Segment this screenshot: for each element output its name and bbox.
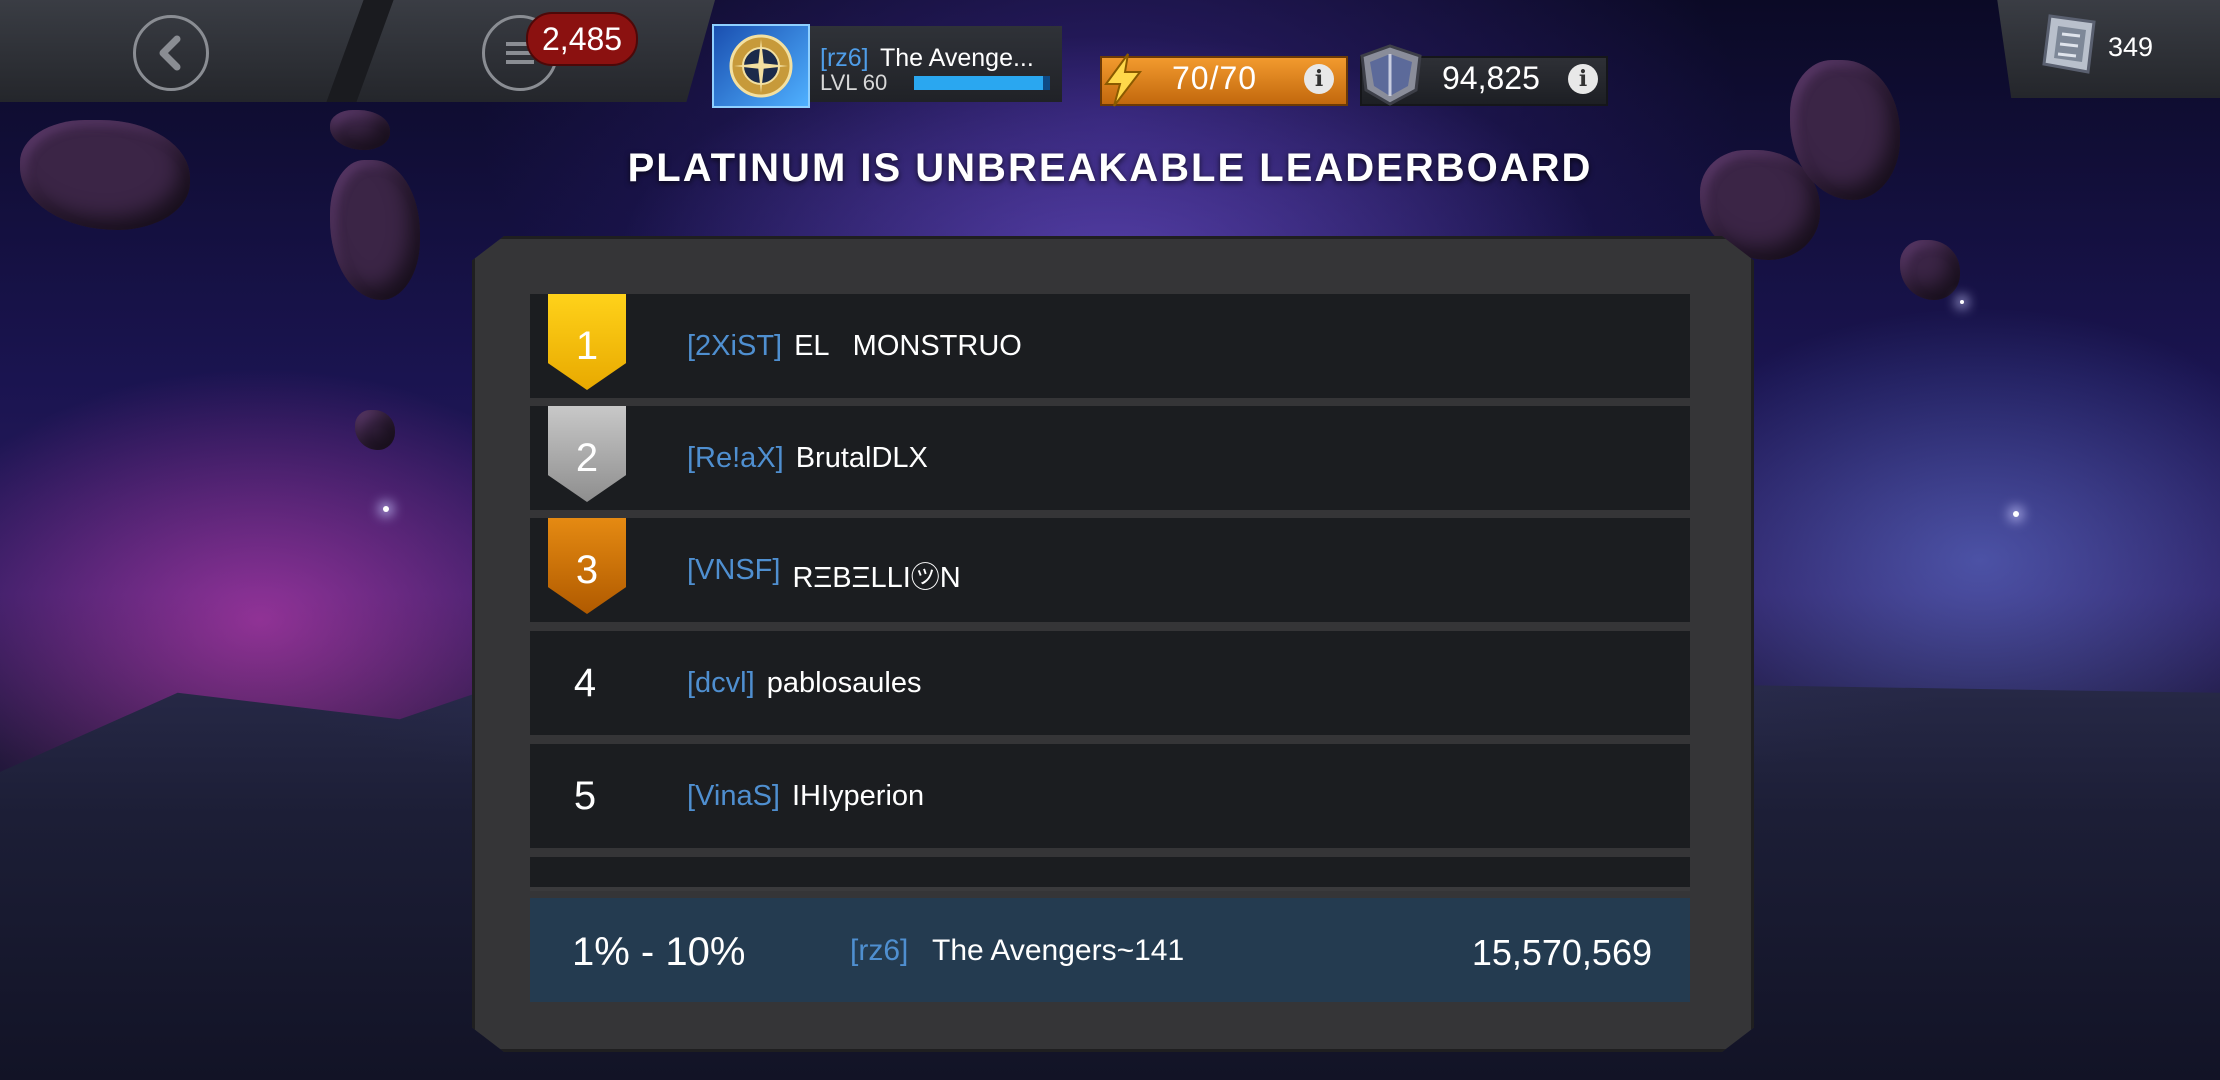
compass-emblem-icon <box>729 34 793 98</box>
my-percentile: 1% - 10% <box>572 930 746 974</box>
star <box>1960 300 1964 304</box>
my-alliance-tag: [rz6] <box>850 934 909 967</box>
alliance-tag: [Re!aX] <box>687 442 784 474</box>
star <box>2013 511 2019 517</box>
notification-badge: 2,485 <box>526 12 639 66</box>
asteroid <box>355 410 395 450</box>
player-name: IHIyperion <box>791 780 925 812</box>
gold-crystal-icon <box>1360 44 1422 106</box>
xp-bar <box>914 76 1050 90</box>
leaderboard-row[interactable]: 5 [VinaS] IHIyperion <box>530 744 1690 848</box>
energy-info-icon[interactable]: i <box>1304 64 1334 94</box>
profile-alliance-tag: [rz6] <box>820 44 869 72</box>
lightning-icon <box>1104 53 1143 107</box>
player-name: EL MONSTRUO <box>794 330 1022 362</box>
bronze-medal-ribbon: 3 <box>548 518 626 614</box>
gold-medal-ribbon: 1 <box>548 294 626 390</box>
back-button[interactable] <box>133 15 209 91</box>
avatar[interactable] <box>712 24 810 108</box>
my-score: 15,570,569 <box>1471 932 1652 973</box>
units-crystal-icon <box>2042 14 2096 74</box>
rank-number: 5 <box>573 773 597 818</box>
alliance-tag: [VNSF] <box>687 554 781 586</box>
page-title: PLATINUM IS UNBREAKABLE LEADERBOARD <box>627 146 1593 190</box>
row-player: [Re!aX] BrutalDLX <box>687 442 928 475</box>
my-alliance-row[interactable]: 1% - 10% [rz6] The Avengers~141 15,570,5… <box>530 898 1690 1002</box>
leaderboard-row[interactable]: 1 [2XiST] EL MONSTRUO <box>530 294 1690 398</box>
player-name: RΞBΞLLI㋡N <box>792 562 961 594</box>
row-player: [VNSF] RΞBΞLLI㋡N <box>687 554 961 596</box>
leaderboard-row[interactable]: 3 [VNSF] RΞBΞLLI㋡N <box>530 518 1690 622</box>
my-alliance-name: The Avengers~141 <box>932 934 1185 967</box>
gold-value: 94,825 <box>1442 60 1540 96</box>
alliance-tag: [dcvl] <box>687 667 755 699</box>
energy-value: 70/70 <box>1172 60 1258 96</box>
gold-info-icon[interactable]: i <box>1568 64 1598 94</box>
row-player: [VinaS] IHIyperion <box>687 780 924 813</box>
leaderboard-row[interactable]: 2 [Re!aX] BrutalDLX <box>530 406 1690 510</box>
rank-number: 4 <box>573 660 597 705</box>
player-name: BrutalDLX <box>795 442 928 474</box>
profile-name: The Avenge... <box>880 44 1034 72</box>
leaderboard-row[interactable]: 4 [dcvl] pablosaules <box>530 631 1690 735</box>
leaderboard-row-partial[interactable] <box>530 857 1690 891</box>
rank-number: 1 <box>575 324 599 368</box>
asteroid <box>330 110 390 150</box>
silver-medal-ribbon: 2 <box>548 406 626 502</box>
profile-level: LVL 60 <box>820 70 888 95</box>
rank-number: 2 <box>575 436 599 480</box>
rank-number: 3 <box>575 548 599 592</box>
xp-bar-fill <box>914 76 1044 90</box>
star <box>383 506 389 512</box>
alliance-tag: [2XiST] <box>687 330 783 362</box>
asteroid <box>1900 240 1960 300</box>
player-name: pablosaules <box>766 667 922 699</box>
row-player: [dcvl] pablosaules <box>687 667 921 700</box>
row-player: [2XiST] EL MONSTRUO <box>687 330 1022 363</box>
units-value: 349 <box>2108 32 2154 62</box>
alliance-tag: [VinaS] <box>687 780 780 812</box>
chevron-left-icon <box>159 35 181 71</box>
